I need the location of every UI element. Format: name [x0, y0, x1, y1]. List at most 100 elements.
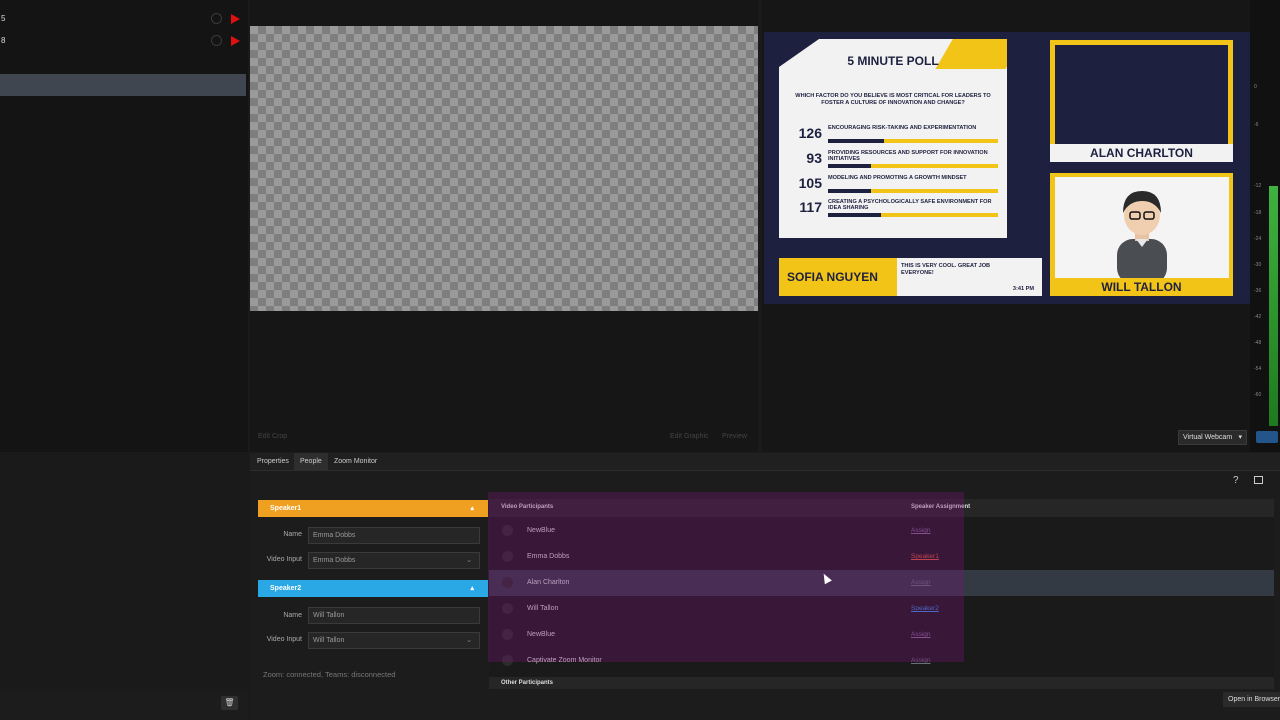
output-select[interactable]: Virtual Webcam ▾: [1178, 430, 1247, 445]
assign-link[interactable]: Speaker2: [911, 605, 939, 612]
meter-tick: -12: [1254, 183, 1262, 189]
circle-check-icon[interactable]: [211, 13, 222, 24]
trash-icon[interactable]: 🗑: [221, 696, 238, 710]
scene-row[interactable]: 8: [0, 30, 246, 52]
participant-name: Captivate Zoom Monitor: [527, 657, 602, 664]
tab-properties[interactable]: Properties: [251, 453, 295, 471]
poll-card: 5 MINUTE POLL WHICH FACTOR DO YOU BELIEV…: [779, 39, 1007, 238]
camera-card-alan: ALAN CHARLTON: [1050, 40, 1233, 162]
scene-list-panel: [0, 0, 248, 452]
meter-level-bar: [1269, 186, 1278, 426]
column-speaker-assignment: Speaker Assignment: [911, 504, 971, 510]
chevron-down-icon: ▾: [1238, 434, 1242, 441]
chevron-down-icon: ⌄: [466, 557, 472, 564]
speaker2-video-input-select[interactable]: Will Tallon ⌄: [308, 632, 480, 649]
meter-tick: -36: [1254, 288, 1262, 294]
meter-tick: -6: [1254, 122, 1259, 128]
poll-option: 117 CREATING A PSYCHOLOGICALLY SAFE ENVI…: [789, 199, 1001, 223]
popout-icon[interactable]: [1254, 476, 1263, 484]
poll-bar: [828, 139, 998, 143]
meter-tick: -18: [1254, 210, 1262, 216]
poll-bar: [828, 164, 998, 168]
tabs-bar: [250, 453, 1280, 471]
meter-tick: -60: [1254, 392, 1262, 398]
camera-card-will: WILL TALLON: [1050, 173, 1233, 296]
participant-name: NewBlue: [527, 527, 556, 534]
lower-third: SOFIA NGUYEN THIS IS VERY COOL. GREAT JO…: [779, 258, 1042, 296]
assign-link[interactable]: Assign: [911, 527, 931, 534]
avatar-person-icon: [1117, 191, 1167, 278]
poll-question: WHICH FACTOR DO YOU BELIEVE IS MOST CRIT…: [795, 93, 991, 106]
poll-bar: [828, 189, 998, 193]
participant-row[interactable]: NewBlue Assign: [489, 622, 1274, 648]
name-label: Name: [283, 531, 302, 538]
lower-third-message: THIS IS VERY COOL. GREAT JOB EVERYONE!: [901, 263, 991, 276]
chevron-up-icon[interactable]: ▴: [470, 580, 474, 597]
poll-bar-fill: [828, 189, 871, 193]
name-label: Name: [283, 612, 302, 619]
scene-number: 5: [1, 14, 6, 23]
speaker2-header[interactable]: Speaker2 ▴: [258, 580, 488, 597]
zoom-status: Zoom: connected, Teams: disconnected: [263, 670, 396, 679]
avatar-icon: [502, 629, 513, 640]
video-input-label: Video Input: [266, 556, 302, 563]
scene-toolbar: [0, 692, 248, 720]
avatar-icon: [502, 551, 513, 562]
preview-label: Preview: [722, 433, 747, 440]
avatar-icon: [502, 655, 513, 666]
chevron-up-icon[interactable]: ▴: [470, 500, 474, 517]
play-icon[interactable]: [231, 36, 240, 46]
participant-name: Alan Charlton: [527, 579, 570, 586]
camera-name: WILL TALLON: [1101, 280, 1182, 294]
poll-bar-fill: [828, 164, 871, 168]
scene-row[interactable]: 5: [0, 8, 246, 30]
scene-number: 8: [1, 36, 6, 45]
avatar-icon: [502, 603, 513, 614]
speaker1-name-field[interactable]: Emma Dobbs: [308, 527, 480, 544]
speaker1-header[interactable]: Speaker1 ▴: [258, 500, 488, 517]
poll-option: 93 PROVIDING RESOURCES AND SUPPORT FOR I…: [789, 150, 1001, 174]
camera-feed: [1055, 177, 1229, 278]
poll-count: 126: [798, 125, 822, 141]
poll-option-text: ENCOURAGING RISK-TAKING AND EXPERIMENTAT…: [828, 125, 977, 131]
poll-option: 105 MODELING AND PROMOTING A GROWTH MIND…: [789, 175, 1001, 199]
play-icon[interactable]: [231, 14, 240, 24]
meter-tick: -24: [1254, 236, 1262, 242]
poll-option-text: CREATING A PSYCHOLOGICALLY SAFE ENVIRONM…: [828, 199, 992, 211]
headphones-icon[interactable]: [1256, 431, 1278, 443]
speaker2-title: Speaker2: [270, 585, 302, 592]
assign-link[interactable]: Assign: [911, 579, 931, 586]
meter-tick: -48: [1254, 340, 1262, 346]
participant-row[interactable]: Captivate Zoom Monitor Assign: [489, 648, 1274, 674]
speaker1-video-input-select[interactable]: Emma Dobbs ⌄: [308, 552, 480, 569]
chevron-down-icon: ⌄: [466, 637, 472, 644]
lower-third-name: SOFIA NGUYEN: [779, 258, 897, 296]
participant-row[interactable]: NewBlue Assign: [489, 518, 1274, 544]
participant-row[interactable]: Will Tallon Speaker2: [489, 596, 1274, 622]
speaker2-name-field[interactable]: Will Tallon: [308, 607, 480, 624]
tab-zoom-monitor[interactable]: Zoom Monitor: [328, 453, 383, 471]
edit-graphic-label: Edit Graphic: [670, 433, 709, 440]
column-video-participants: Video Participants: [501, 504, 554, 510]
open-in-browser-button[interactable]: Open in Browser: [1223, 692, 1280, 707]
camera-name: ALAN CHARLTON: [1050, 144, 1233, 162]
meter-tick: 0: [1254, 84, 1257, 90]
tab-people[interactable]: People: [294, 453, 328, 471]
poll-count: 93: [806, 150, 822, 166]
poll-option-text: PROVIDING RESOURCES AND SUPPORT FOR INNO…: [828, 150, 988, 162]
output-select-value: Virtual Webcam: [1183, 434, 1233, 441]
participant-name: Will Tallon: [527, 605, 559, 612]
assign-link[interactable]: Assign: [911, 657, 931, 664]
help-icon[interactable]: ?: [1233, 475, 1239, 486]
poll-bar-fill: [828, 213, 881, 217]
circle-check-icon[interactable]: [211, 35, 222, 46]
participant-row[interactable]: Emma Dobbs Speaker1: [489, 544, 1274, 570]
participant-row-highlighted[interactable]: Alan Charlton Assign: [489, 570, 1274, 596]
scene-row-selected[interactable]: [0, 74, 246, 96]
poll-bar: [828, 213, 998, 217]
assign-link[interactable]: Speaker1: [911, 553, 939, 560]
table-header: Video Participants Speaker Assignment: [489, 499, 1274, 517]
poll-bar-fill: [828, 139, 885, 143]
camera-feed: [1055, 45, 1228, 144]
assign-link[interactable]: Assign: [911, 631, 931, 638]
